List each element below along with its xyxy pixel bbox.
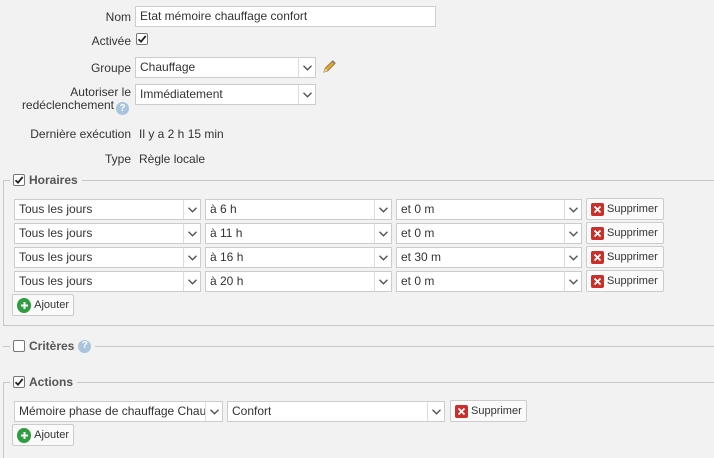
chevron-down-icon: [427, 402, 444, 421]
name-input[interactable]: Etat mémoire chauffage confort: [135, 6, 436, 27]
chevron-down-icon: [374, 200, 391, 219]
close-icon: [591, 274, 604, 288]
criteria-legend-label: Critères: [29, 339, 75, 353]
add-action-label: Ajouter: [34, 429, 69, 441]
chevron-down-icon: [374, 272, 391, 291]
criteria-section: [3, 346, 714, 347]
schedule-minute-select[interactable]: et 0 m: [396, 199, 582, 220]
schedule-day-select[interactable]: Tous les jours: [14, 223, 201, 244]
active-label: Activée: [91, 34, 131, 48]
add-action-button[interactable]: Ajouter: [12, 424, 74, 446]
delete-action-button[interactable]: Supprimer: [450, 400, 527, 422]
actions-legend: Actions: [10, 374, 78, 390]
schedule-minute-select[interactable]: et 0 m: [396, 223, 582, 244]
schedule-day-value: Tous les jours: [19, 226, 93, 240]
retrigger-select-value: Immédiatement: [140, 87, 223, 101]
last-exec-value: Il y a 2 h 15 min: [139, 127, 224, 141]
delete-schedule-button[interactable]: Supprimer: [586, 222, 664, 244]
action-value-value: Confort: [232, 404, 272, 418]
retrigger-select[interactable]: Immédiatement: [135, 84, 316, 105]
add-schedule-button[interactable]: Ajouter: [12, 294, 74, 316]
checkmark-icon: [14, 176, 24, 185]
schedules-checkbox[interactable]: [13, 174, 25, 186]
close-icon: [591, 250, 604, 264]
chevron-down-icon: [564, 200, 581, 219]
chevron-down-icon: [564, 248, 581, 267]
retrigger-label: Autoriser le redéclenchement: [0, 86, 131, 112]
help-icon[interactable]: ?: [78, 339, 92, 353]
actions-checkbox[interactable]: [13, 376, 25, 388]
actions-legend-label: Actions: [29, 375, 74, 389]
chevron-down-icon: [183, 200, 200, 219]
schedule-hour-select[interactable]: à 16 h: [205, 247, 392, 268]
chevron-down-icon: [183, 224, 200, 243]
chevron-down-icon: [183, 272, 200, 291]
schedule-minute-value: et 30 m: [401, 250, 442, 264]
last-exec-label: Dernière exécution: [30, 127, 131, 141]
chevron-down-icon: [564, 224, 581, 243]
checkmark-icon: [14, 378, 24, 387]
schedule-minute-select[interactable]: et 0 m: [396, 271, 582, 292]
chevron-down-icon: [564, 272, 581, 291]
schedule-hour-value: à 6 h: [210, 202, 237, 216]
help-icon[interactable]: ?: [116, 102, 129, 115]
schedules-legend: Horaires: [10, 172, 82, 188]
action-target-select[interactable]: Mémoire phase de chauffage Chauf: [14, 401, 223, 422]
chevron-down-icon: [298, 58, 315, 77]
plus-icon: [17, 427, 32, 443]
plus-icon: [17, 297, 32, 313]
action-target-value: Mémoire phase de chauffage Chauf: [19, 404, 207, 418]
chevron-down-icon: [183, 248, 200, 267]
schedule-minute-value: et 0 m: [401, 274, 435, 288]
chevron-down-icon: [205, 402, 222, 421]
delete-schedule-label: Supprimer: [607, 227, 658, 239]
delete-schedule-label: Supprimer: [607, 203, 658, 215]
delete-schedule-label: Supprimer: [607, 275, 658, 287]
schedule-minute-select[interactable]: et 30 m: [396, 247, 582, 268]
active-checkbox[interactable]: [136, 33, 148, 45]
schedule-hour-value: à 20 h: [210, 274, 244, 288]
chevron-down-icon: [298, 85, 315, 104]
schedule-day-select[interactable]: Tous les jours: [14, 199, 201, 220]
schedule-day-value: Tous les jours: [19, 202, 93, 216]
chevron-down-icon: [374, 224, 391, 243]
retrigger-label-line2: redéclenchement: [21, 98, 114, 112]
schedule-minute-value: et 0 m: [401, 226, 435, 240]
pencil-icon[interactable]: [321, 59, 337, 75]
schedule-hour-select[interactable]: à 11 h: [205, 223, 392, 244]
schedule-day-value: Tous les jours: [19, 250, 93, 264]
schedule-hour-select[interactable]: à 6 h: [205, 199, 392, 220]
schedules-legend-label: Horaires: [29, 173, 78, 187]
group-label: Groupe: [90, 61, 131, 75]
close-icon: [591, 202, 604, 216]
group-select-value: Chauffage: [140, 60, 196, 74]
group-select[interactable]: Chauffage: [135, 57, 316, 78]
delete-schedule-button[interactable]: Supprimer: [586, 246, 664, 268]
schedule-day-select[interactable]: Tous les jours: [14, 247, 201, 268]
schedule-day-value: Tous les jours: [19, 274, 93, 288]
type-label: Type: [104, 152, 131, 166]
schedule-hour-value: à 11 h: [210, 226, 243, 240]
delete-schedule-button[interactable]: Supprimer: [586, 198, 664, 220]
checkmark-icon: [137, 35, 147, 44]
schedule-minute-value: et 0 m: [401, 202, 435, 216]
delete-schedule-button[interactable]: Supprimer: [586, 270, 664, 292]
criteria-legend: Critères ?: [10, 338, 96, 354]
action-value-select[interactable]: Confort: [227, 401, 445, 422]
close-icon: [591, 226, 604, 240]
delete-schedule-label: Supprimer: [607, 251, 658, 263]
name-label: Nom: [105, 10, 131, 24]
chevron-down-icon: [374, 248, 391, 267]
type-value: Règle locale: [139, 152, 206, 166]
schedule-day-select[interactable]: Tous les jours: [14, 271, 201, 292]
schedule-hour-select[interactable]: à 20 h: [205, 271, 392, 292]
close-icon: [455, 404, 468, 418]
add-schedule-label: Ajouter: [34, 299, 69, 311]
schedule-hour-value: à 16 h: [210, 250, 244, 264]
criteria-checkbox[interactable]: [13, 340, 25, 352]
delete-action-label: Supprimer: [471, 405, 522, 417]
